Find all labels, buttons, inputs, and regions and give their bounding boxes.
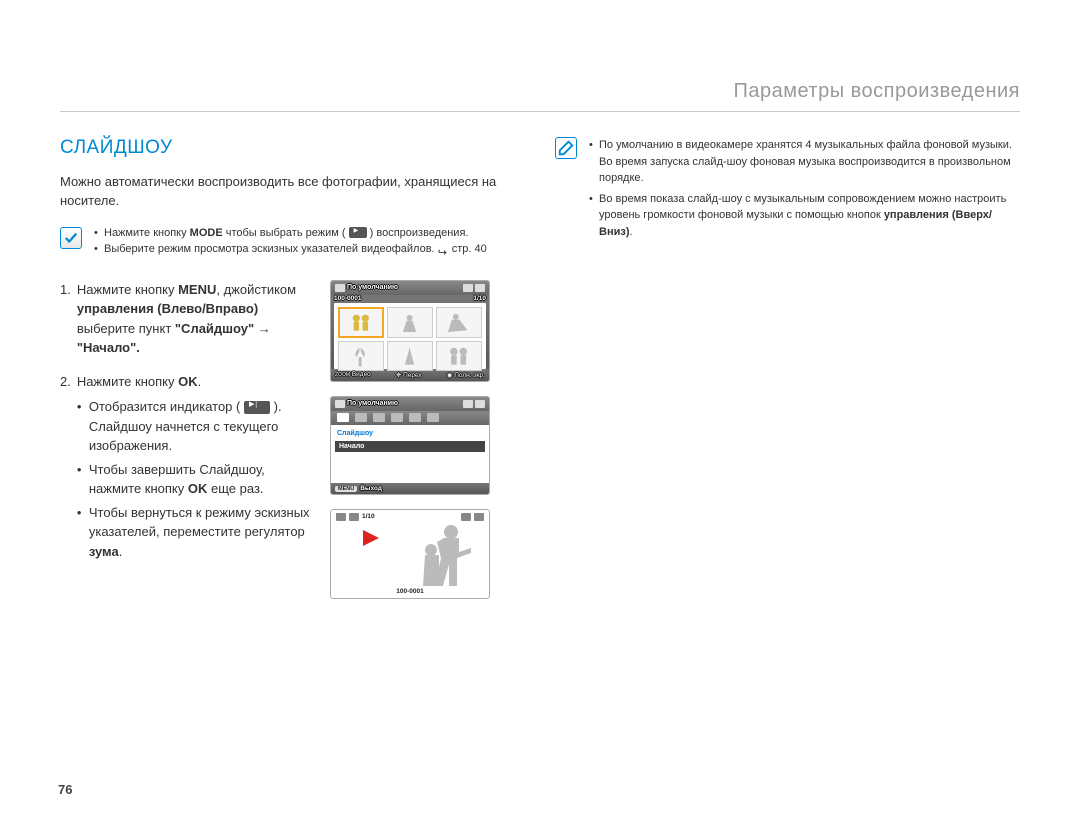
s1-video-label: Видео: [352, 371, 371, 378]
screen2-title: По умолчанию: [347, 400, 398, 407]
screen-playback-view: 1/10: [330, 509, 490, 599]
menu-item-start: Начало: [335, 441, 485, 452]
menu-tab-icon: [373, 413, 385, 422]
thumbnail-3: [436, 307, 482, 338]
right-note-2: Во время показа слайд-шоу с музыкальным …: [589, 191, 1020, 241]
menu-tab-row: [331, 411, 489, 425]
pre-note-2a: Выберите режим просмотра эскизных указат…: [104, 243, 438, 255]
rn2c: .: [629, 226, 632, 238]
s2s3c: .: [119, 544, 123, 559]
menu-tab-icon: [337, 413, 349, 422]
pre-note-1d: ) воспроизведения.: [370, 227, 469, 239]
checkmark-icon: [60, 227, 82, 249]
s1d: управления (Влево/Вправо): [77, 301, 258, 316]
menu-item-slideshow: Слайдшоу: [335, 428, 485, 439]
pre-note-1b: MODE: [190, 227, 223, 239]
right-note-1: По умолчанию в видеокамере хранятся 4 му…: [589, 137, 1020, 187]
photo-silhouette: [399, 520, 479, 586]
thumbnail-4: [338, 341, 384, 371]
section-title: СЛАЙДШОУ: [60, 137, 525, 159]
s1c: , джойстиком: [216, 282, 296, 297]
thumbnail-5: [387, 341, 433, 371]
storage-icon-2: [335, 400, 345, 408]
step-2-sub-2: Чтобы завершить Слайдшоу, нажмите кнопку…: [77, 460, 310, 499]
s2a: Нажмите кнопку: [77, 374, 178, 389]
s1e: выберите пункт: [77, 321, 175, 336]
s1-zoom-label: ZOOM: [335, 372, 350, 378]
s1-move-label: Перех: [403, 372, 422, 379]
step-2-sub-3: Чтобы вернуться к режиму эскизных указат…: [77, 503, 310, 562]
page-number: 76: [58, 782, 72, 797]
menu-tab-icon: [409, 413, 421, 422]
step-1: 1. Нажмите кнопку MENU, джойстиком управ…: [60, 280, 310, 358]
s2c: .: [198, 374, 202, 389]
screen-thumbnail-view: По умолчанию 100-0001 1/10: [330, 280, 490, 382]
storage-icon: [335, 284, 345, 292]
menu-exit-label: Выход: [360, 485, 382, 492]
menu-tab-icon: [427, 413, 439, 422]
battery-icon: [475, 284, 485, 292]
s2s3b: зума: [89, 544, 119, 559]
s2s2c: еще раз.: [207, 481, 263, 496]
playback-mode-icon: [349, 227, 367, 238]
screen-menu-view: По умолчанию Слайдшоу: [330, 396, 490, 495]
s1b: MENU: [178, 282, 216, 297]
slideshow-icon: [349, 513, 359, 521]
s1-full-label: Полн. экр.: [454, 372, 485, 379]
menu-tab-icon: [355, 413, 367, 422]
battery-icon-2: [475, 400, 485, 408]
step-2-sub-1: Отобразится индикатор ( ). Слайдшоу начн…: [77, 397, 310, 456]
s1a: Нажмите кнопку: [77, 282, 178, 297]
step-2-num: 2.: [60, 372, 71, 566]
pre-note-1a: Нажмите кнопку: [104, 227, 190, 239]
screen1-count: 1/10: [473, 295, 486, 302]
note-pencil-icon: [555, 137, 577, 159]
menu-badge: MENU: [335, 486, 357, 492]
screen3-folio: 100-0001: [331, 588, 489, 595]
s2s2b: OK: [188, 481, 208, 496]
thumbnail-6: [436, 341, 482, 371]
play-indicator-icon: [361, 528, 381, 548]
breadcrumb: Параметры воспроизведения: [60, 80, 1020, 112]
s2s1a: Отобразится индикатор (: [89, 399, 241, 414]
menu-tab-icon: [391, 413, 403, 422]
card-icon: [463, 284, 473, 292]
screen1-title: По умолчанию: [347, 284, 398, 291]
screen1-folio: 100-0001: [334, 295, 361, 302]
pre-note-2b: стр. 40: [452, 243, 487, 255]
s2b: OK: [178, 374, 198, 389]
right-note-list: По умолчанию в видеокамере хранятся 4 му…: [589, 137, 1020, 244]
step-1-num: 1.: [60, 280, 71, 358]
pre-note-1c: чтобы выбрать режим (: [223, 227, 346, 239]
page-ref-icon: [438, 245, 452, 254]
storage-icon-3: [336, 513, 346, 521]
card-icon-2: [463, 400, 473, 408]
pre-note-list: Нажмите кнопку MODE чтобы выбрать режим …: [94, 225, 487, 258]
s2s3a: Чтобы вернуться к режиму эскизных указат…: [89, 505, 310, 540]
thumbnail-1: [338, 307, 384, 338]
screen3-count: 1/10: [362, 513, 375, 520]
intro-text: Можно автоматически воспроизводить все ф…: [60, 173, 525, 211]
slideshow-indicator-icon: [244, 401, 270, 414]
thumbnail-2: [387, 307, 433, 338]
step-2: 2. Нажмите кнопку OK. Отобразится индика…: [60, 372, 310, 566]
